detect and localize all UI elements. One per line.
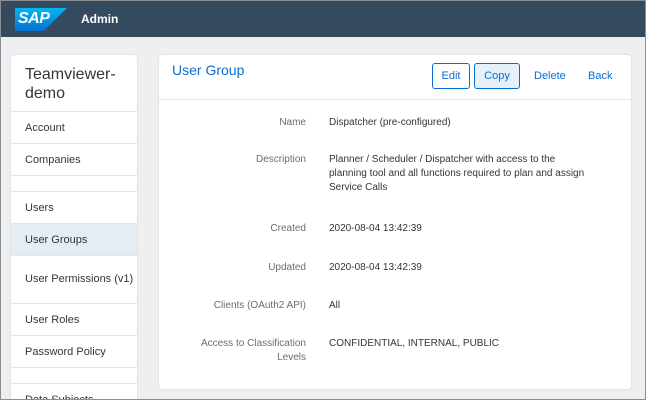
classification-levels-label: Access to Classification Levels bbox=[200, 338, 306, 363]
classification-levels-value: CONFIDENTIAL, INTERNAL, PUBLIC bbox=[329, 338, 500, 349]
tenant-name: Teamviewer-demo bbox=[25, 66, 116, 102]
description-label: Description bbox=[255, 154, 306, 165]
page-title: User Group bbox=[172, 62, 245, 78]
detail-header: User Group Edit Copy Delete Back bbox=[159, 55, 631, 100]
sidebar-item-account[interactable]: Account bbox=[11, 111, 137, 143]
description-value: Planner / Scheduler / Dispatcher with ac… bbox=[329, 154, 585, 193]
sidebar-divider bbox=[11, 175, 137, 191]
updated-value: 2020-08-04 13:42:39 bbox=[329, 262, 422, 273]
back-button[interactable]: Back bbox=[579, 63, 619, 89]
shell-bar: SAP Admin bbox=[1, 1, 645, 37]
sidebar-item-companies[interactable]: Companies bbox=[11, 143, 137, 175]
updated-label: Updated bbox=[268, 262, 306, 273]
sidebar-divider bbox=[11, 367, 137, 383]
sidebar-item-users[interactable]: Users bbox=[11, 191, 137, 223]
shell-title: Admin bbox=[81, 12, 119, 26]
sap-logo[interactable]: SAP bbox=[15, 8, 67, 31]
edit-button[interactable]: Edit bbox=[432, 63, 470, 89]
clients-value: All bbox=[329, 300, 341, 311]
clients-label: Clients (OAuth2 API) bbox=[213, 300, 306, 311]
sidebar-item-user-groups[interactable]: User Groups bbox=[11, 223, 137, 255]
detail-panel: User Group Edit Copy Delete Back Name Di… bbox=[159, 55, 631, 389]
copy-button[interactable]: Copy bbox=[474, 63, 520, 89]
sidebar-item-data-subjects[interactable]: Data Subjects bbox=[11, 383, 137, 399]
name-label: Name bbox=[279, 117, 306, 128]
sidebar-item-user-permissions[interactable]: User Permissions (v1) bbox=[11, 255, 137, 303]
sidebar-item-password-policy[interactable]: Password Policy bbox=[11, 335, 137, 367]
created-label: Created bbox=[270, 223, 306, 234]
delete-button[interactable]: Delete bbox=[525, 63, 566, 89]
sidebar-item-user-roles[interactable]: User Roles bbox=[11, 303, 137, 335]
name-value: Dispatcher (pre-configured) bbox=[329, 117, 451, 128]
created-value: 2020-08-04 13:42:39 bbox=[329, 223, 422, 234]
sap-logo-text: SAP bbox=[18, 10, 50, 27]
sidebar: Teamviewer-demo Account Companies Users … bbox=[11, 55, 137, 399]
app-window: SAP Admin Teamviewer-demo Account Compan… bbox=[0, 0, 646, 400]
